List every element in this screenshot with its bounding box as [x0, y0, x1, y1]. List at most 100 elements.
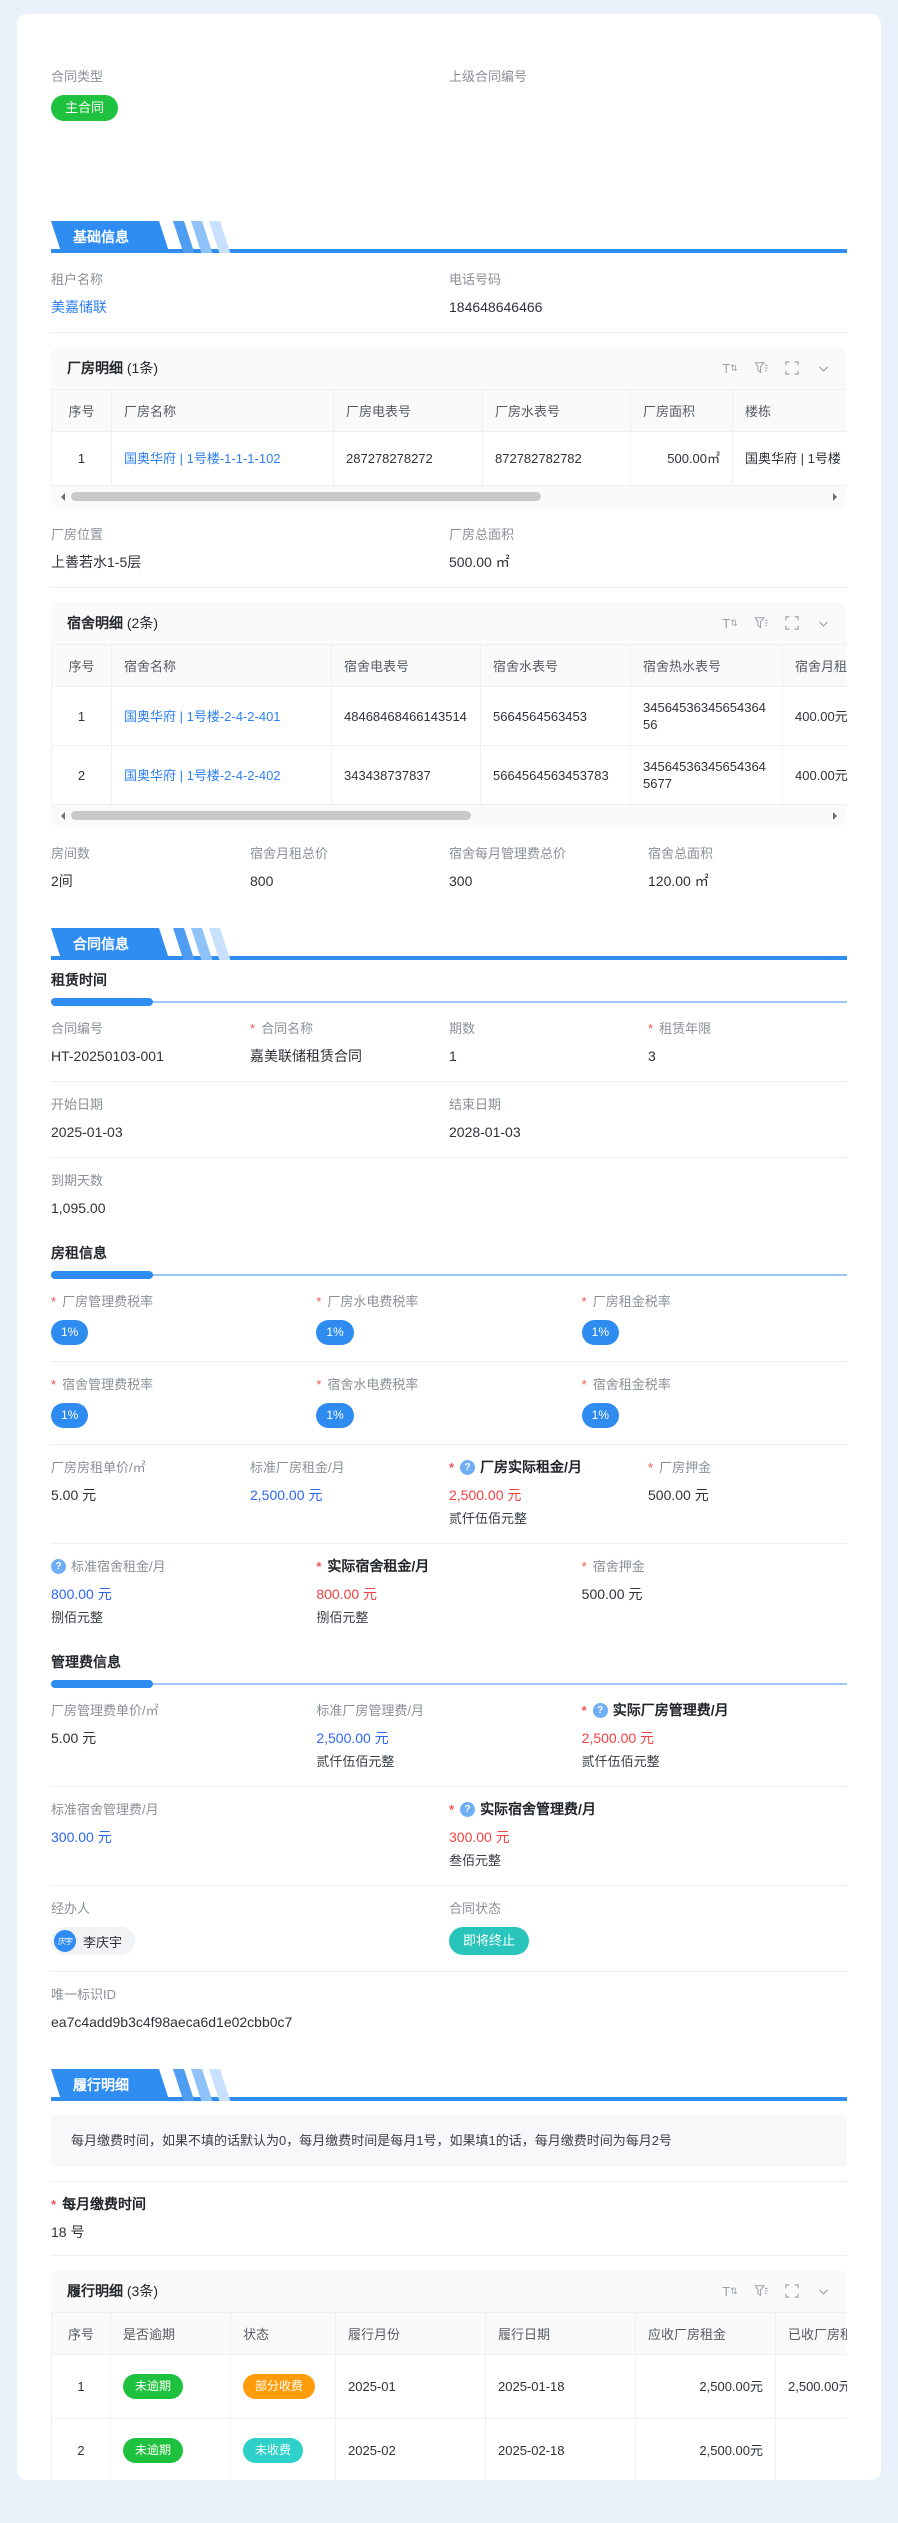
required-star: [582, 1376, 588, 1393]
uid-label: 唯一标识ID: [51, 1986, 847, 2003]
dorm-table-header-row: 序号 宿舍名称 宿舍电表号 宿舍水表号 宿舍热水表号 宿舍月租金: [52, 645, 848, 687]
field-start-date: 开始日期 2025-01-03: [51, 1096, 449, 1141]
pay-day-value: 18 号: [51, 2223, 847, 2241]
tenant-name-link[interactable]: 美嘉储联: [51, 298, 449, 316]
field-contract-type: 合同类型 主合同: [51, 68, 449, 121]
factory-total-area-label: 厂房总面积: [449, 526, 847, 543]
field-dorm-mgmt-std: 标准宿舍管理费/月 300.00 元: [51, 1801, 449, 1869]
contract-detail-card: 合同类型 主合同 上级合同编号 基础信息 租户名称 美嘉储联 电话号码 1846…: [17, 14, 881, 2480]
dorm-rent-tax-pill: 1%: [582, 1403, 619, 1428]
field-contract-no: 合同编号 HT-20250103-001: [51, 1020, 250, 1065]
perform-table-header-bar: 履行明细 (3条) T⇅: [51, 2270, 847, 2312]
cell-received: [776, 2419, 848, 2481]
dorm-deposit-value: 500.00 元: [582, 1585, 847, 1603]
collapse-chevron-icon[interactable]: [815, 360, 831, 376]
row-tenant: 租户名称 美嘉储联 电话号码 184648646466: [51, 257, 847, 333]
field-end-date: 结束日期 2028-01-03: [449, 1096, 847, 1141]
dorm-name-link[interactable]: 国奥华府 | 1号楼-2-4-2-402: [124, 768, 281, 783]
row-dorm-rent: ?标准宿舍租金/月 800.00 元 捌佰元整 实际宿舍租金/月 800.00 …: [51, 1544, 847, 1642]
field-tenant-name: 租户名称 美嘉储联: [51, 271, 449, 316]
row-height-icon[interactable]: T⇅: [722, 2283, 738, 2299]
agent-tag[interactable]: 庆宇 李庆宇: [51, 1927, 135, 1955]
dorm-table-block: 宿舍明细 (2条) T⇅ 序号 宿舍名称 宿舍电表号 宿舍水表号 宿舍热水表号 …: [51, 602, 847, 827]
collapse-chevron-icon[interactable]: [815, 615, 831, 631]
dorm-mgmt-total-label: 宿舍每月管理费总价: [449, 845, 648, 862]
row-dorm-mgmt-fee: 标准宿舍管理费/月 300.00 元 ?实际宿舍管理费/月 300.00 元 叁…: [51, 1787, 847, 1886]
cell-date: 2025-01-18: [486, 2355, 636, 2419]
scroll-left-icon[interactable]: [57, 493, 65, 501]
row-height-icon[interactable]: T⇅: [722, 360, 738, 376]
cell-seq: 2: [52, 746, 112, 805]
required-star: [250, 1020, 256, 1037]
row-dorm-summary: 房间数 2间 宿舍月租总价 800 宿舍每月管理费总价 300 宿舍总面积 12…: [51, 831, 847, 906]
collapse-chevron-icon[interactable]: [815, 2283, 831, 2299]
dorm-table-hscrollbar[interactable]: [57, 807, 841, 825]
scroll-right-icon[interactable]: [833, 493, 841, 501]
field-phone: 电话号码 184648646466: [449, 271, 847, 316]
ribbon-underline: [51, 249, 847, 253]
fullscreen-icon[interactable]: [784, 2283, 800, 2299]
agent-label: 经办人: [51, 1900, 449, 1917]
scrollbar-thumb[interactable]: [71, 492, 541, 501]
dorm-mgmt-total-value: 300: [449, 872, 648, 890]
fullscreen-icon[interactable]: [784, 360, 800, 376]
rooms-label: 房间数: [51, 845, 250, 862]
factory-mgmt-actual-value: 2,500.00 元: [582, 1729, 847, 1747]
row-factory-mgmt-fee: 厂房管理费单价/㎡ 5.00 元 标准厂房管理费/月 2,500.00 元 贰仟…: [51, 1688, 847, 1787]
scroll-left-icon[interactable]: [57, 812, 65, 820]
dorm-mgmt-tax-label: 宿舍管理费税率: [51, 1376, 316, 1393]
row-height-icon[interactable]: T⇅: [722, 615, 738, 631]
filter-icon[interactable]: [753, 2283, 769, 2299]
days-to-expiry-value: 1,095.00: [51, 1199, 847, 1217]
question-icon: ?: [51, 1559, 66, 1574]
field-dorm-mgmt-total: 宿舍每月管理费总价 300: [449, 845, 648, 890]
factory-location-value: 上善若水1-5层: [51, 553, 449, 571]
cell-wmeter: 5664564563453783: [481, 746, 631, 805]
factory-table-scroll-area[interactable]: 序号 厂房名称 厂房电表号 厂房水表号 厂房面积 楼栋 1 国奥华府 | 1号楼…: [51, 389, 847, 486]
field-contract-name: 合同名称 嘉美联储租赁合同: [250, 1020, 449, 1065]
subsection-progress-line: [51, 998, 847, 1006]
overdue-badge: 未逾期: [123, 2374, 183, 2399]
dorm-name-link[interactable]: 国奥华府 | 1号楼-2-4-2-401: [124, 709, 281, 724]
dorm-area-total-label: 宿舍总面积: [648, 845, 847, 862]
factory-location-label: 厂房位置: [51, 526, 449, 543]
end-date-label: 结束日期: [449, 1096, 847, 1113]
filter-icon[interactable]: [753, 615, 769, 631]
cell-emeter: 287278278272: [334, 432, 483, 486]
section-title-basic: 基础信息: [51, 221, 159, 253]
scroll-right-icon[interactable]: [833, 812, 841, 820]
field-factory-mgmt-tax: 厂房管理费税率 1%: [51, 1293, 316, 1345]
row-contract-no: 合同编号 HT-20250103-001 合同名称 嘉美联储租赁合同 期数 1 …: [51, 1006, 847, 1082]
perform-table-scroll-area[interactable]: 序号 是否逾期 状态 履行月份 履行日期 应收厂房租金 已收厂房租金 1 未逾期…: [51, 2312, 847, 2480]
days-to-expiry-label: 到期天数: [51, 1172, 847, 1189]
dorm-table-row: 2 国奥华府 | 1号楼-2-4-2-402 343438737837 5664…: [52, 746, 848, 805]
cell-month: 2025-01: [336, 2355, 486, 2419]
factory-mgmt-tax-label: 厂房管理费税率: [51, 1293, 316, 1310]
factory-table-count: (1条): [127, 360, 158, 376]
required-star: [316, 1293, 322, 1310]
factory-table-hscrollbar[interactable]: [57, 488, 841, 506]
table-toolbar: T⇅: [722, 2283, 831, 2299]
col-factory-wmeter: 厂房水表号: [483, 390, 631, 432]
filter-icon[interactable]: [753, 360, 769, 376]
dorm-table-scroll-area[interactable]: 序号 宿舍名称 宿舍电表号 宿舍水表号 宿舍热水表号 宿舍月租金 1 国奥华府 …: [51, 644, 847, 805]
tenant-name-label: 租户名称: [51, 271, 449, 288]
factory-rent-std-label: 标准厂房租金/月: [250, 1459, 449, 1476]
cell-rent: 400.00元: [783, 746, 848, 805]
scrollbar-thumb[interactable]: [71, 811, 471, 820]
factory-mgmt-tax-pill: 1%: [51, 1320, 88, 1345]
perform-table-block: 履行明细 (3条) T⇅ 序号 是否逾期 状态 履行月份 履行日期 应收厂房租金: [51, 2270, 847, 2480]
status-badge: 部分收费: [243, 2374, 315, 2399]
contract-name-label: 合同名称: [250, 1020, 449, 1037]
periods-label: 期数: [449, 1020, 648, 1037]
perform-table-row: 2 未逾期 未收费 2025-02 2025-02-18 2,500.00元: [52, 2419, 848, 2481]
dorm-mgmt-tax-pill: 1%: [51, 1403, 88, 1428]
cell-emeter: 48468468466143514: [332, 687, 481, 746]
fullscreen-icon[interactable]: [784, 615, 800, 631]
factory-deposit-value: 500.00 元: [648, 1486, 847, 1504]
cell-received: 2,500.00元: [776, 2355, 848, 2419]
subsection-title: 管理费信息: [51, 1652, 847, 1672]
amount-in-words: 捌佰元整: [316, 1610, 581, 1626]
factory-name-link[interactable]: 国奥华府 | 1号楼-1-1-1-102: [124, 451, 281, 466]
row-pay-day: 每月缴费时间 18 号: [51, 2181, 847, 2256]
